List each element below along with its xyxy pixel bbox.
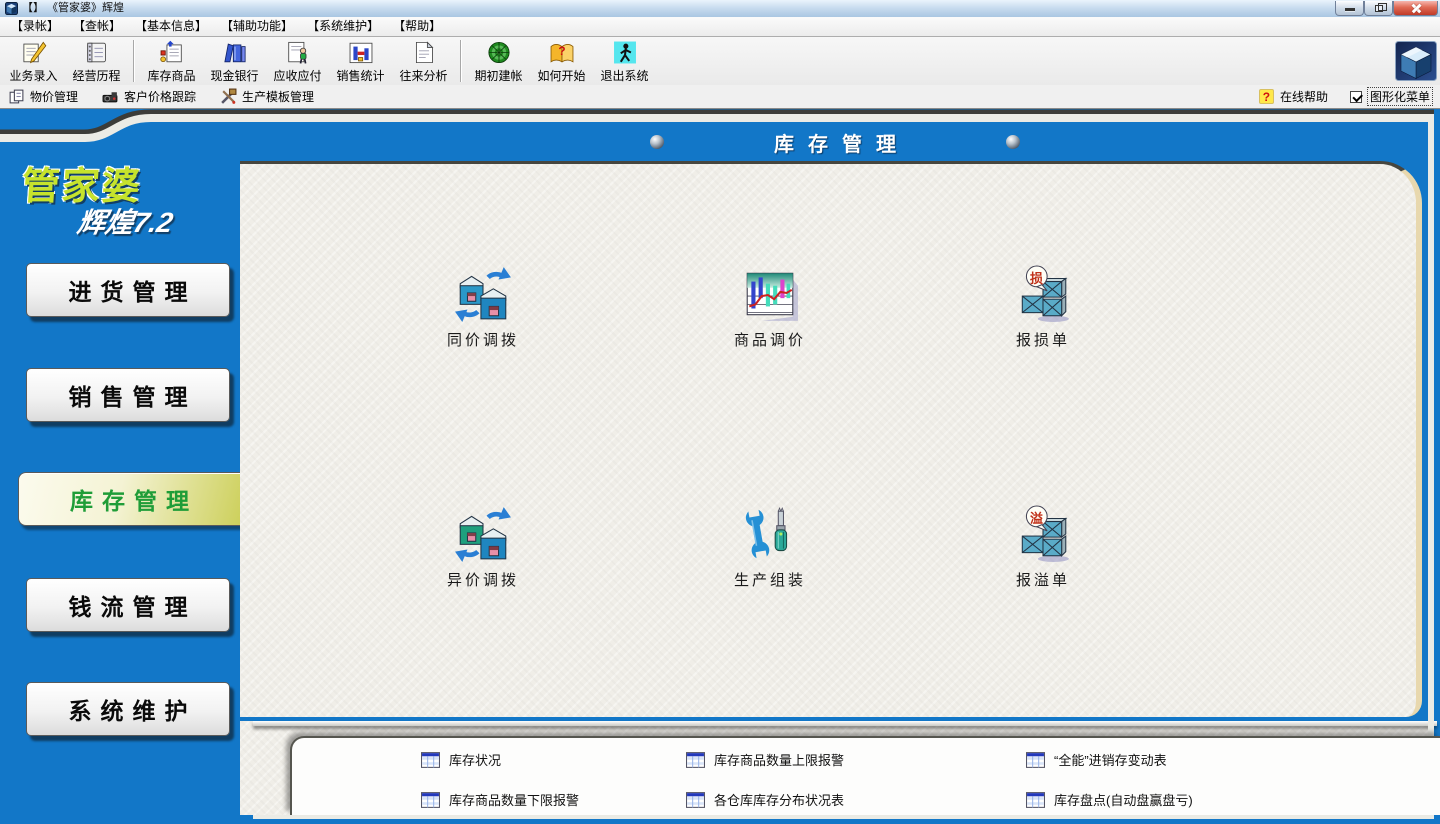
menu-system-maintenance[interactable]: 【系统维护】 [300, 17, 386, 36]
graphical-menu-label[interactable]: 图形化菜单 [1368, 88, 1432, 105]
table-icon [1026, 792, 1045, 808]
horizontal-divider [253, 721, 1437, 726]
table-icon [1026, 752, 1045, 768]
window-title: 【】 《管家婆》辉煌 [22, 0, 124, 17]
assembly-tools-icon [741, 505, 799, 563]
icon-item-production-assembly[interactable]: 生产组装 [690, 505, 850, 590]
restore-button[interactable] [1364, 1, 1393, 16]
sidebar: 管家婆 辉煌7.2 进货管理 销售管理 库存管理 钱流管理 系统维护 [0, 109, 240, 824]
toolbar: 业务录入 经营历程 库存商品 [0, 37, 1440, 85]
production-template-button[interactable]: 生产模板管理 [220, 88, 314, 105]
loss-badge-char: 损 [1030, 268, 1043, 287]
report-lower-limit-alarm[interactable]: 库存商品数量下限报警 [421, 790, 579, 809]
report-panel: 库存状况 库存商品数量下限报警 [290, 736, 1440, 815]
icon-item-diff-price-transfer[interactable]: 异价调拨 [403, 505, 563, 590]
sidebar-item-inventory[interactable]: 库存管理 [18, 472, 240, 526]
toolbar-business-history[interactable]: 经营历程 [65, 39, 128, 84]
titlebar: 【】 《管家婆》辉煌 [0, 0, 1440, 17]
toolbar2-right: ? 在线帮助 图形化菜单 [1259, 88, 1432, 105]
toolbar-initial-setup[interactable]: 期初建帐 [467, 39, 530, 84]
customer-price-tracking-button[interactable]: 客户价格跟踪 [102, 88, 196, 105]
sphere-icon [1006, 135, 1020, 149]
table-icon [421, 752, 440, 768]
content-panel [240, 161, 1422, 717]
menu-basic-info[interactable]: 【基本信息】 [128, 17, 214, 36]
restore-icon [1375, 5, 1383, 12]
menu-help[interactable]: 【帮助】 [386, 17, 448, 36]
menu-aux-functions[interactable]: 【辅助功能】 [214, 17, 300, 36]
report-stock-status[interactable]: 库存状况 [421, 750, 579, 769]
toolbar-separator [460, 40, 462, 82]
howto-open-book-icon: ? [548, 39, 576, 66]
overflow-badge-char: 溢 [1030, 508, 1043, 527]
price-pages-icon [8, 88, 25, 105]
toolbar-business-entry[interactable]: 业务录入 [2, 39, 65, 84]
toolbar-receivable-payable[interactable]: 应收应付 [266, 39, 329, 84]
close-button[interactable] [1393, 1, 1438, 16]
online-help-icon: ? [1259, 89, 1274, 104]
sidebar-item-cashflow[interactable]: 钱流管理 [26, 578, 230, 632]
window-controls [1335, 1, 1438, 16]
toolbar-stock-goods[interactable]: 库存商品 [140, 39, 203, 84]
toolbar-sales-stats[interactable]: 销售统计 [329, 39, 392, 84]
table-icon [686, 752, 705, 768]
table-icon [686, 792, 705, 808]
price-adjust-chart-icon [741, 265, 799, 323]
icon-item-loss-sheet[interactable]: 损 报损单 [963, 265, 1123, 350]
content-header: 库存管理 [240, 129, 1430, 155]
svg-text:?: ? [558, 44, 565, 58]
online-help-link[interactable]: 在线帮助 [1280, 88, 1328, 105]
secondary-toolbar: 物价管理 客户价格跟踪 生产模板管理 ? 在线帮助 图形化菜单 [0, 85, 1440, 109]
toolbar-contacts-analysis[interactable]: 往来分析 [392, 39, 455, 84]
report-column-3: “全能”进销存变动表 库存盘点(自动盘赢盘亏) [1026, 750, 1193, 809]
toolbar-exit-system[interactable]: 退出系统 [593, 39, 656, 84]
report-upper-limit-alarm[interactable]: 库存商品数量上限报警 [686, 750, 844, 769]
report-warehouse-distribution[interactable]: 各仓库库存分布状况表 [686, 790, 844, 809]
price-management-button[interactable]: 物价管理 [8, 88, 78, 105]
cash-bank-books-icon [221, 39, 249, 66]
frame-right-edge [1428, 115, 1434, 815]
template-tools-icon [220, 88, 237, 105]
main-area: 管家婆 辉煌7.2 进货管理 销售管理 库存管理 钱流管理 系统维护 库存管理 [0, 109, 1440, 824]
sidebar-item-purchase[interactable]: 进货管理 [26, 263, 230, 317]
brand-version-text: 辉煌7.2 [74, 201, 176, 241]
note-pencil-icon [20, 39, 48, 66]
receivable-person-doc-icon [284, 39, 312, 66]
menu-record[interactable]: 【录帐】 [4, 17, 66, 36]
report-stocktaking[interactable]: 库存盘点(自动盘赢盘亏) [1026, 790, 1193, 809]
warehouse-transfer-icon [454, 265, 512, 323]
toolbar-how-to-start[interactable]: ? 如何开始 [530, 39, 593, 84]
analysis-document-icon [410, 39, 438, 66]
icon-item-same-price-transfer[interactable]: 同价调拨 [403, 265, 563, 350]
icon-item-overflow-sheet[interactable]: 溢 报溢单 [963, 505, 1123, 590]
report-column-2: 库存商品数量上限报警 各仓库库存分布状况表 [686, 750, 844, 809]
sales-bar-chart-icon [347, 39, 375, 66]
ledger-book-icon [83, 39, 111, 66]
table-icon [421, 792, 440, 808]
app-icon [5, 2, 18, 15]
minimize-icon [1345, 8, 1355, 11]
report-allround-movement[interactable]: “全能”进销存变动表 [1026, 750, 1193, 769]
exit-walking-person-icon [611, 39, 639, 66]
report-column-1: 库存状况 库存商品数量下限报警 [421, 750, 579, 809]
toolbar-separator [133, 40, 135, 82]
menubar: 【录帐】 【查帐】 【基本信息】 【辅助功能】 【系统维护】 【帮助】 [0, 17, 1440, 37]
frame-bottom-edge [253, 815, 1434, 819]
toolbar-cash-bank[interactable]: 现金银行 [203, 39, 266, 84]
app-window: 【】 《管家婆》辉煌 【录帐】 【查帐】 【基本信息】 【辅助功能】 【系统维护… [0, 0, 1440, 824]
sidebar-item-system-maintenance[interactable]: 系统维护 [26, 682, 230, 736]
warehouse-transfer-diff-icon [454, 505, 512, 563]
page-title: 库存管理 [760, 128, 910, 157]
sidebar-item-sales[interactable]: 销售管理 [26, 368, 230, 422]
init-account-target-icon [485, 39, 513, 66]
graphical-menu-checkbox[interactable] [1350, 91, 1362, 103]
brand-cube-logo [1395, 41, 1437, 81]
menu-query[interactable]: 【查帐】 [66, 17, 128, 36]
price-track-camera-icon [102, 88, 119, 105]
stock-card-icon [158, 39, 186, 66]
minimize-button[interactable] [1335, 1, 1364, 16]
sphere-icon [650, 135, 664, 149]
icon-item-goods-price-adjust[interactable]: 商品调价 [690, 265, 850, 350]
